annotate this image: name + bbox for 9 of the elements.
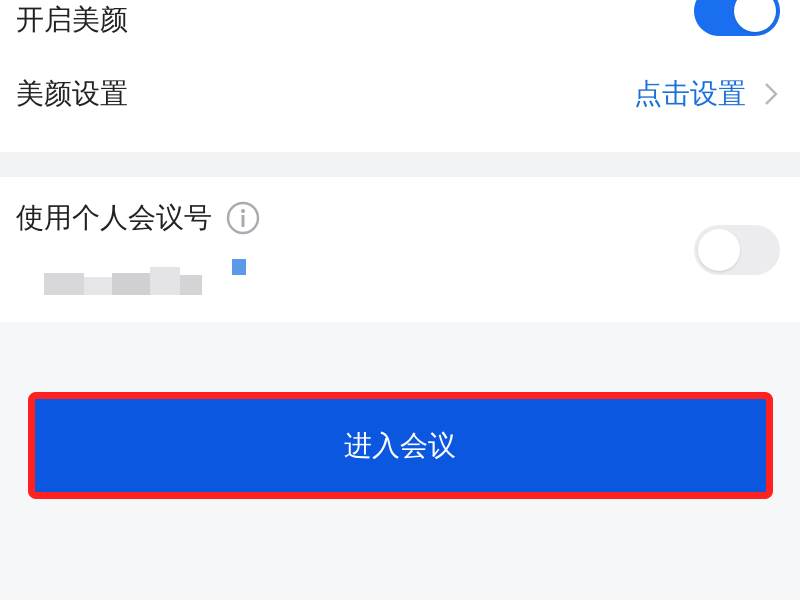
info-icon[interactable] [226,200,260,234]
chevron-right-icon [764,82,778,106]
toggle-switch[interactable] [694,0,780,36]
enter-meeting-button[interactable]: 进入会议 [28,392,772,499]
setting-label: 美颜设置 [16,76,128,112]
settings-link[interactable]: 点击设置 [634,73,746,115]
setting-label: 开启美颜 [16,4,128,36]
setting-label: 使用个人会议号 [16,200,212,236]
toggle-switch[interactable] [694,224,780,274]
